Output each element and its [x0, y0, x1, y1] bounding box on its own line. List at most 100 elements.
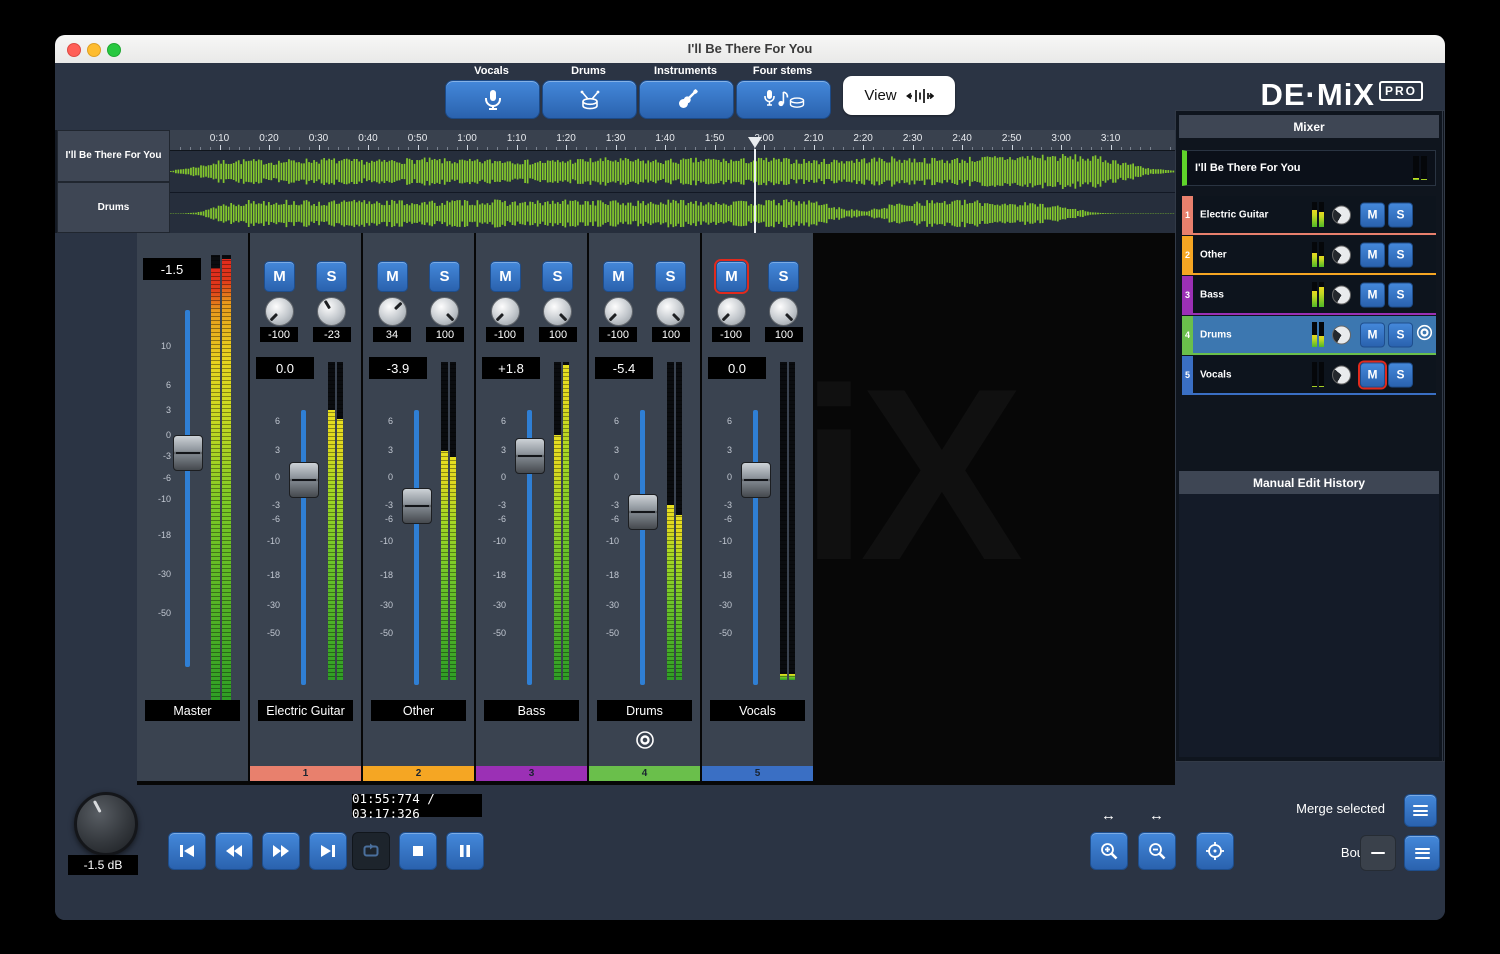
solo-button[interactable]: S [768, 261, 799, 292]
solo-button[interactable]: S [542, 261, 573, 292]
demix-logo: DE·MiXPRO [1260, 77, 1423, 113]
solo-button[interactable]: S [655, 261, 686, 292]
pan-knob[interactable] [378, 297, 407, 326]
h-resize-arrow-icon: ↔ [1090, 807, 1127, 824]
fader-handle[interactable] [289, 462, 319, 498]
channel-number: 1 [250, 766, 361, 781]
bounce-menu-button[interactable] [1404, 835, 1440, 871]
mini-meter [1312, 242, 1324, 267]
mute-button[interactable]: M [264, 261, 295, 292]
pan-knob-icon[interactable] [1332, 325, 1351, 344]
drums-stem-button[interactable] [542, 80, 637, 119]
mixer-row-vocals[interactable]: 5 Vocals M S [1182, 356, 1436, 395]
mute-button[interactable]: M [1360, 202, 1385, 227]
solo-button[interactable]: S [1388, 322, 1413, 347]
bounce-remove-button[interactable] [1360, 835, 1396, 871]
pan-knob[interactable] [491, 297, 520, 326]
track-color-tab: 3 [1182, 276, 1193, 313]
stop-button[interactable] [399, 832, 437, 870]
instruments-stem-button[interactable] [639, 80, 734, 119]
zoom-in-button[interactable] [1090, 832, 1128, 870]
vocals-stem-button[interactable] [445, 80, 540, 119]
volume-fader[interactable] [627, 410, 657, 685]
time-ruler[interactable]: 0:100:200:300:400:501:001:101:201:301:40… [170, 130, 1175, 151]
width-knob[interactable] [317, 297, 346, 326]
loop-button[interactable] [352, 832, 390, 870]
fader-handle[interactable] [402, 488, 432, 524]
fast-forward-button[interactable] [262, 832, 300, 870]
pause-button[interactable] [446, 832, 484, 870]
four-stems-button[interactable] [736, 80, 831, 119]
mute-button[interactable]: M [1360, 362, 1385, 387]
mixer-row-bass[interactable]: 3 Bass M S [1182, 276, 1436, 315]
width-knob[interactable] [769, 297, 798, 326]
fader-handle[interactable] [741, 462, 771, 498]
channel-name: Master [145, 700, 240, 721]
pan-knob-icon[interactable] [1332, 245, 1351, 264]
master-fader[interactable] [172, 310, 202, 667]
playhead[interactable] [754, 149, 756, 233]
mute-button[interactable]: M [1360, 282, 1385, 307]
merge-selected-label: Merge selected [1245, 801, 1385, 816]
volume-fader[interactable] [401, 410, 431, 685]
solo-button[interactable]: S [1388, 202, 1413, 227]
mute-button[interactable]: M [490, 261, 521, 292]
master-volume-knob[interactable] [74, 792, 138, 856]
fast-forward-icon [271, 841, 291, 861]
target-icon[interactable] [1416, 324, 1433, 346]
view-button[interactable]: View [843, 76, 955, 115]
gain-readout: +1.8 [482, 357, 540, 379]
pan-knob-icon[interactable] [1332, 205, 1351, 224]
track-label-drums[interactable]: Drums [57, 182, 170, 234]
mute-button[interactable]: M [1360, 322, 1385, 347]
pan-knob-icon[interactable] [1332, 365, 1351, 384]
pan-knob[interactable] [265, 297, 294, 326]
merge-menu-button[interactable] [1404, 794, 1437, 827]
waveform-row-mix[interactable] [170, 151, 1175, 193]
width-knob[interactable] [543, 297, 572, 326]
track-label-mix[interactable]: I'll Be There For You [57, 130, 170, 182]
skip-to-end-button[interactable] [309, 832, 347, 870]
mute-button[interactable]: M [1360, 242, 1385, 267]
width-knob[interactable] [656, 297, 685, 326]
width-knob[interactable] [430, 297, 459, 326]
track-name: Other [1200, 249, 1227, 260]
mixer-row-other[interactable]: 2 Other M S [1182, 236, 1436, 275]
volume-fader[interactable] [288, 410, 318, 685]
mixer-row-drums[interactable]: 4 Drums M S [1182, 316, 1436, 355]
volume-fader[interactable] [514, 410, 544, 685]
fader-handle[interactable] [173, 435, 203, 471]
skip-to-start-button[interactable] [168, 832, 206, 870]
track-color-tab: 5 [1182, 356, 1193, 393]
mute-button[interactable]: M [716, 261, 747, 292]
mixer-panel-header: Mixer [1179, 115, 1439, 138]
waveform-drums[interactable] [170, 193, 1175, 234]
solo-button[interactable]: S [1388, 282, 1413, 307]
mixer-body: iX -1.5 10630-3-6-10-18-30-50 Master M S [55, 233, 1175, 785]
fader-handle[interactable] [628, 494, 658, 530]
target-icon[interactable] [635, 730, 655, 755]
solo-button[interactable]: S [429, 261, 460, 292]
mixer-song-row[interactable]: I'll Be There For You [1182, 150, 1436, 186]
track-color-tab: 4 [1182, 316, 1193, 353]
locate-playhead-button[interactable] [1196, 832, 1234, 870]
waveform-row-drums[interactable] [170, 193, 1175, 235]
level-meter [667, 362, 682, 680]
rewind-button[interactable] [215, 832, 253, 870]
solo-button[interactable]: S [1388, 362, 1413, 387]
playhead-handle[interactable] [748, 137, 762, 148]
gain-readout: -3.9 [369, 357, 427, 379]
solo-button[interactable]: S [1388, 242, 1413, 267]
fader-handle[interactable] [515, 438, 545, 474]
pan-knob-icon[interactable] [1332, 285, 1351, 304]
pan-knob[interactable] [604, 297, 633, 326]
waveform-mix[interactable] [170, 151, 1175, 192]
channel-name: Bass [484, 700, 579, 721]
volume-fader[interactable] [740, 410, 770, 685]
mute-button[interactable]: M [377, 261, 408, 292]
pan-knob[interactable] [717, 297, 746, 326]
mute-button[interactable]: M [603, 261, 634, 292]
solo-button[interactable]: S [316, 261, 347, 292]
mixer-row-electric-guitar[interactable]: 1 Electric Guitar M S [1182, 196, 1436, 235]
zoom-out-button[interactable] [1138, 832, 1176, 870]
